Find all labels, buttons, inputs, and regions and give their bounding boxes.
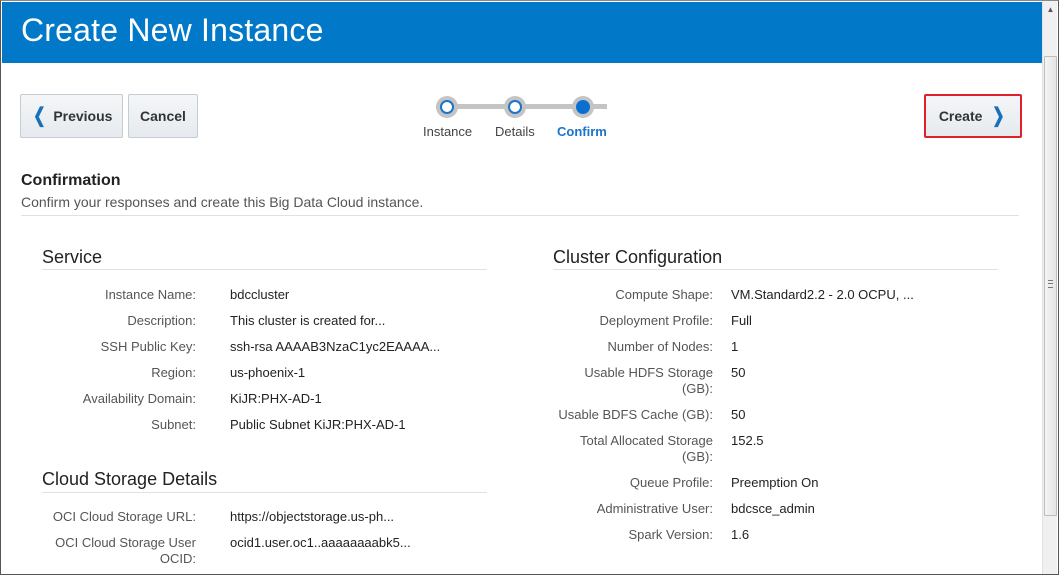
field-usable-hdfs-storage: Usable HDFS Storage (GB): 50: [553, 365, 745, 397]
field-value: Preemption On: [731, 475, 819, 490]
field-label: Region:: [151, 365, 196, 380]
field-value: 50: [731, 407, 746, 422]
field-label: OCI Cloud Storage URL:: [52, 509, 196, 524]
chevron-right-icon: ❯: [992, 105, 1006, 127]
field-value: This cluster is created for...: [230, 313, 386, 328]
service-section-title: Service: [42, 247, 103, 267]
field-value: us-phoenix-1: [230, 365, 306, 380]
field-value: VM.Standard2.2 - 2.0 OCPU, ...: [731, 287, 914, 302]
field-label: Queue Profile:: [629, 475, 713, 490]
create-button-label: Create: [938, 108, 983, 124]
scrollbar-thumb[interactable]: [1044, 56, 1057, 516]
field-label: Usable HDFS Storage (GB):: [584, 365, 713, 396]
field-label: OCI Cloud Storage User OCID:: [55, 535, 196, 566]
confirmation-title: Confirmation: [21, 172, 121, 189]
divider: [42, 269, 487, 270]
field-label: Usable BDFS Cache (GB):: [558, 407, 713, 422]
field-ssh-public-key: SSH Public Key: ssh-rsa AAAAB3NzaC1yc2EA…: [31, 339, 441, 355]
field-total-allocated-storage: Total Allocated Storage (GB): 152.5: [553, 433, 764, 465]
confirmation-description: Confirm your responses and create this B…: [21, 194, 424, 210]
field-description: Description: This cluster is created for…: [31, 313, 385, 329]
field-label: Administrative User:: [596, 501, 713, 516]
train-stop-details[interactable]: [504, 96, 526, 118]
field-label: Spark Version:: [628, 527, 713, 542]
page-title: Create New Instance: [21, 12, 324, 48]
field-value: bdcsce_admin: [731, 501, 815, 516]
field-value: 1: [731, 339, 739, 354]
field-spark-version: Spark Version: 1.6: [553, 527, 749, 543]
divider: [553, 269, 998, 270]
field-oci-storage-user-ocid: OCI Cloud Storage User OCID: ocid1.user.…: [31, 535, 411, 567]
train-label-details[interactable]: Details: [495, 124, 535, 139]
field-queue-profile: Queue Profile: Preemption On: [553, 475, 819, 491]
create-instance-window: Create New Instance ❮ Previous Cancel Cr…: [0, 0, 1059, 575]
cluster-config-section-title: Cluster Configuration: [553, 247, 723, 267]
field-value: 152.5: [731, 433, 764, 448]
grip-icon: [1048, 280, 1053, 288]
chevron-left-icon: ❮: [32, 105, 46, 127]
field-compute-shape: Compute Shape: VM.Standard2.2 - 2.0 OCPU…: [553, 287, 914, 303]
field-administrative-user: Administrative User: bdcsce_admin: [553, 501, 815, 517]
field-value: Full: [731, 313, 752, 328]
train-stop-instance[interactable]: [436, 96, 458, 118]
divider: [21, 215, 1019, 216]
field-usable-bdfs-cache: Usable BDFS Cache (GB): 50: [553, 407, 745, 423]
cancel-button[interactable]: Cancel: [128, 94, 198, 138]
field-availability-domain: Availability Domain: KiJR:PHX-AD-1: [31, 391, 322, 407]
page-header: Create New Instance: [2, 2, 1044, 63]
field-value: Public Subnet KiJR:PHX-AD-1: [230, 417, 406, 432]
create-button[interactable]: Create ❯: [924, 94, 1022, 138]
field-label: Number of Nodes:: [607, 339, 714, 354]
previous-button-label: Previous: [53, 108, 113, 124]
scroll-up-arrow-icon[interactable]: ▲: [1043, 1, 1058, 18]
field-label: SSH Public Key:: [100, 339, 196, 354]
vertical-scrollbar[interactable]: ▲: [1042, 1, 1057, 574]
step-train: Instance Details Confirm: [421, 94, 621, 144]
field-label: Compute Shape:: [615, 287, 713, 302]
field-label: Instance Name:: [104, 287, 196, 302]
field-value: bdccluster: [230, 287, 290, 302]
field-value: ocid1.user.oc1..aaaaaaaabk5...: [230, 535, 411, 550]
field-label: Availability Domain:: [82, 391, 196, 406]
train-stop-confirm: [572, 96, 594, 118]
field-label: Deployment Profile:: [599, 313, 713, 328]
cloud-storage-section-title: Cloud Storage Details: [42, 469, 218, 489]
divider: [42, 492, 487, 493]
field-deployment-profile: Deployment Profile: Full: [553, 313, 752, 329]
field-label: Subnet:: [151, 417, 196, 432]
field-instance-name: Instance Name: bdccluster: [31, 287, 289, 303]
previous-button[interactable]: ❮ Previous: [20, 94, 123, 138]
field-value: 1.6: [731, 527, 750, 542]
field-value: KiJR:PHX-AD-1: [230, 391, 322, 406]
field-value: 50: [731, 365, 746, 380]
field-subnet: Subnet: Public Subnet KiJR:PHX-AD-1: [31, 417, 406, 433]
cancel-button-label: Cancel: [140, 108, 186, 124]
field-label: Description:: [127, 313, 196, 328]
train-label-confirm: Confirm: [557, 124, 607, 139]
field-value: https://objectstorage.us-ph...: [230, 509, 395, 524]
field-number-of-nodes: Number of Nodes: 1: [553, 339, 739, 355]
field-value: ssh-rsa AAAAB3NzaC1yc2EAAAA...: [230, 339, 441, 354]
field-region: Region: us-phoenix-1: [31, 365, 305, 381]
field-oci-storage-url: OCI Cloud Storage URL: https://objectsto…: [31, 509, 394, 525]
field-label: Total Allocated Storage (GB):: [580, 433, 713, 464]
train-label-instance[interactable]: Instance: [423, 124, 472, 139]
